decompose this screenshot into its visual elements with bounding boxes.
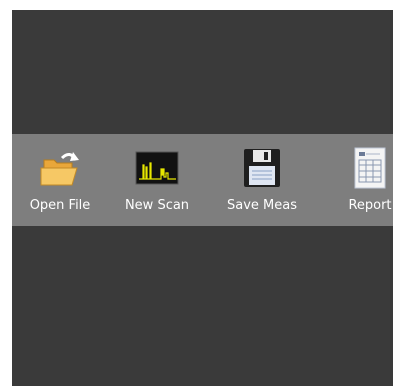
spectrum-scan-icon bbox=[135, 148, 179, 188]
new-scan-button[interactable]: New Scan bbox=[110, 134, 204, 226]
save-meas-label: Save Meas bbox=[227, 198, 297, 213]
toolbar: Open File New Scan Save Meas Report bbox=[12, 134, 393, 226]
new-scan-label: New Scan bbox=[124, 198, 190, 213]
open-folder-icon bbox=[38, 148, 82, 188]
report-label: Report bbox=[348, 198, 392, 213]
open-file-label: Open File bbox=[29, 198, 91, 213]
app-window: Open File New Scan Save Meas Report bbox=[12, 10, 393, 386]
report-sheet-icon bbox=[352, 147, 388, 189]
open-file-button[interactable]: Open File bbox=[12, 134, 108, 226]
floppy-disk-icon bbox=[242, 148, 282, 188]
save-meas-button[interactable]: Save Meas bbox=[212, 134, 312, 226]
report-button[interactable]: Report bbox=[330, 134, 393, 226]
